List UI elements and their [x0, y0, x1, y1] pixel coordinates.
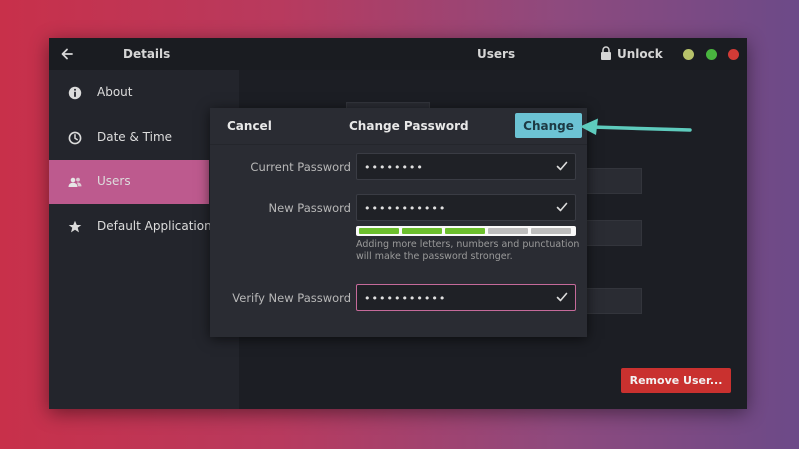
check-icon	[556, 161, 568, 171]
sidebar-item-label: Default Applications	[97, 219, 218, 233]
sidebar-item-date-time[interactable]: Date & Time	[49, 116, 209, 160]
verify-password-field[interactable]: •••••••••••	[356, 284, 576, 311]
dialog-title: Change Password	[349, 119, 469, 133]
sidebar-item-users[interactable]: Users	[49, 160, 209, 204]
remove-user-button[interactable]: Remove User...	[621, 368, 731, 393]
verify-password-value: •••••••••••	[364, 292, 447, 305]
strength-segment	[445, 228, 485, 234]
password-hint: Adding more letters, numbers and punctua…	[356, 239, 580, 262]
back-arrow-icon[interactable]	[59, 46, 75, 62]
info-icon	[68, 86, 82, 100]
sidebar-item-label: Date & Time	[97, 130, 173, 144]
dialog-header: Cancel Change Password Change	[210, 108, 587, 145]
new-password-value: •••••••••••	[364, 202, 447, 215]
maximize-button[interactable]	[706, 49, 717, 60]
sidebar-item-label: About	[97, 85, 133, 99]
clock-icon	[68, 131, 82, 145]
background-field	[586, 220, 642, 246]
change-password-dialog: Cancel Change Password Change Current Pa…	[210, 108, 587, 337]
strength-segment	[531, 228, 571, 234]
minimize-button[interactable]	[683, 49, 694, 60]
strength-segment	[488, 228, 528, 234]
header-center-title: Users	[477, 47, 516, 61]
strength-segment	[402, 228, 442, 234]
current-password-value: ••••••••	[364, 161, 424, 174]
users-icon	[68, 177, 82, 187]
background-field	[586, 168, 642, 194]
sidebar-item-default-applications[interactable]: Default Applications	[49, 205, 218, 249]
lock-icon[interactable]	[600, 46, 612, 60]
check-icon	[556, 292, 568, 302]
annotation-arrow-icon	[580, 118, 692, 135]
new-password-label: New Password	[268, 201, 351, 215]
header-left-title: Details	[123, 47, 171, 61]
check-icon	[556, 202, 568, 212]
current-password-label: Current Password	[250, 160, 351, 174]
sidebar-item-about[interactable]: About	[49, 71, 209, 115]
password-strength-meter	[356, 226, 576, 236]
background-field	[586, 288, 642, 314]
new-password-field[interactable]: •••••••••••	[356, 194, 576, 221]
header-bar: Details Users Unlock	[49, 38, 747, 70]
close-button[interactable]	[728, 49, 739, 60]
current-password-field[interactable]: ••••••••	[356, 153, 576, 180]
strength-segment	[359, 228, 399, 234]
verify-password-label: Verify New Password	[232, 291, 351, 305]
star-icon	[68, 220, 82, 233]
sidebar-item-label: Users	[97, 174, 131, 188]
unlock-button[interactable]: Unlock	[617, 47, 663, 61]
change-button[interactable]: Change	[515, 113, 582, 138]
cancel-button[interactable]: Cancel	[227, 119, 272, 133]
